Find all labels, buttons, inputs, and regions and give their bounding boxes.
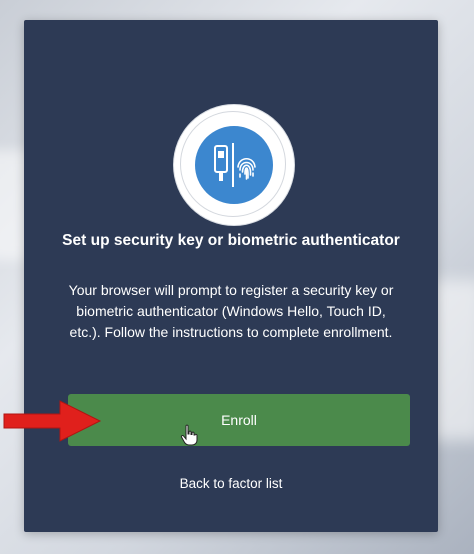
security-key-fingerprint-icon [195,126,273,204]
hand-pointer-icon [180,424,198,446]
enroll-button[interactable]: Enroll [68,394,410,446]
red-arrow-icon [2,398,102,444]
instructions-text: Your browser will prompt to register a s… [68,282,394,340]
page-title: Set up security key or biometric authent… [62,232,400,249]
enroll-button-label: Enroll [221,412,257,428]
authenticator-badge [174,105,294,225]
back-to-factor-list-link[interactable]: Back to factor list [24,476,438,491]
enrollment-card: Set up security key or biometric authent… [24,20,438,532]
